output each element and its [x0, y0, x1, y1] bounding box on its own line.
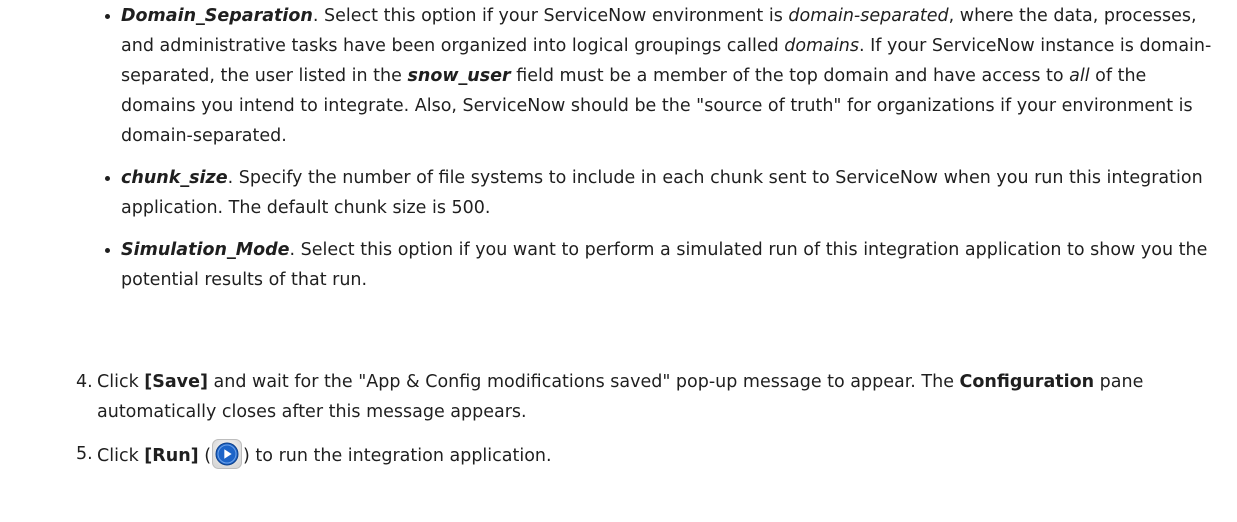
term-chunk-size: chunk_size — [121, 168, 228, 188]
term-simulation-mode: Simulation_Mode — [121, 240, 290, 260]
text: . Specify the number of file systems to … — [121, 168, 1203, 218]
emphasis: domain-separated — [788, 6, 949, 26]
step-number: 5. — [76, 444, 93, 464]
text: field must be a member of the top domain… — [510, 66, 1070, 86]
step-4: 4. Click [Save] and wait for the "App & C… — [0, 367, 1237, 427]
document-page: Domain_Separation. Select this option if… — [0, 0, 1237, 522]
text: . Select this option if your ServiceNow … — [312, 6, 789, 26]
emphasis: all — [1069, 66, 1090, 86]
field-name: snow_user — [407, 66, 511, 86]
text: Click — [97, 372, 145, 392]
list-item-chunk-size: chunk_size. Specify the number of file s… — [105, 163, 1226, 223]
pane-name: Configuration — [959, 372, 1095, 392]
list-item-simulation-mode: Simulation_Mode. Select this option if y… — [105, 235, 1226, 295]
run-button-label: [Run] — [144, 446, 199, 466]
step-number: 4. — [76, 372, 93, 392]
step-5: 5. Click [Run] ( ) to run the integration… — [0, 439, 1237, 471]
step-list: 4. Click [Save] and wait for the "App & C… — [0, 367, 1237, 483]
text: Click — [97, 446, 145, 466]
save-button-label: [Save] — [144, 372, 208, 392]
list-item-domain-separation: Domain_Separation. Select this option if… — [105, 1, 1226, 151]
run-play-icon — [212, 439, 243, 469]
text: ) to run the integration application. — [243, 446, 552, 466]
emphasis: domains — [784, 36, 859, 56]
text: ( — [198, 446, 212, 466]
option-list: Domain_Separation. Select this option if… — [105, 1, 1226, 307]
text: and wait for the "App & Config modificat… — [207, 372, 960, 392]
term-domain-separation: Domain_Separation — [121, 6, 313, 26]
